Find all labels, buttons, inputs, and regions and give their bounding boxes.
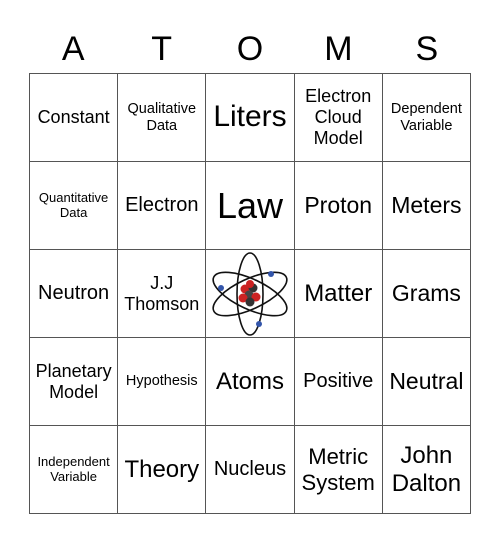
- cell-text: Independent Variable: [37, 453, 110, 484]
- cell-text: Dependent Variable: [390, 100, 462, 134]
- cell-text: Meters: [391, 192, 462, 219]
- cell-text: Positive: [303, 370, 374, 392]
- cell-text: John Dalton: [391, 441, 462, 497]
- bingo-cell[interactable]: Hypothesis: [118, 338, 207, 426]
- header-letter-a: A: [61, 30, 85, 68]
- cell-text: Atoms: [215, 367, 284, 395]
- cell-text: Quantitative Data: [38, 189, 109, 220]
- cell-text: Hypothesis: [125, 373, 198, 390]
- bingo-cell[interactable]: Neutron: [30, 250, 119, 338]
- header-letter-s: S: [415, 30, 439, 68]
- bingo-cell[interactable]: Independent Variable: [30, 426, 119, 514]
- free-space-cell[interactable]: [206, 250, 295, 338]
- bingo-cell[interactable]: Liters: [206, 74, 295, 162]
- cell-text: Law: [216, 184, 284, 226]
- bingo-cell[interactable]: Neutral: [382, 338, 471, 426]
- cell-text: Qualitative Data: [127, 100, 197, 134]
- cell-text: Grams: [391, 280, 461, 307]
- bingo-cell[interactable]: Constant: [30, 74, 119, 162]
- bingo-cell[interactable]: Metric System: [294, 426, 383, 514]
- cell-text: Constant: [37, 107, 110, 128]
- cell-text: Nucleus: [213, 458, 287, 480]
- bingo-cell[interactable]: Meters: [382, 162, 471, 250]
- bingo-cell[interactable]: Positive: [294, 338, 383, 426]
- bingo-cell[interactable]: Electron: [118, 162, 207, 250]
- bingo-grid: Constant Qualitative Data Liters Electro…: [29, 73, 471, 514]
- bingo-cell[interactable]: Law: [206, 162, 295, 250]
- header-letter-o: O: [236, 30, 264, 68]
- cell-text: Planetary Model: [35, 360, 112, 402]
- atom-icon: [212, 251, 288, 336]
- bingo-cell[interactable]: Grams: [382, 250, 471, 338]
- bingo-cell[interactable]: Proton: [294, 162, 383, 250]
- bingo-cell[interactable]: Nucleus: [206, 426, 295, 514]
- cell-text: Electron: [125, 194, 199, 216]
- cell-text: Liters: [213, 100, 287, 134]
- cell-text: Neutral: [389, 368, 464, 395]
- cell-text: Matter: [304, 279, 373, 307]
- bingo-cell[interactable]: John Dalton: [382, 426, 471, 514]
- cell-text: Electron Cloud Model: [305, 86, 372, 148]
- bingo-cell[interactable]: Theory: [118, 426, 207, 514]
- cell-text: Theory: [124, 455, 200, 483]
- cell-text: J.J Thomson: [124, 272, 200, 314]
- cell-text: Neutron: [38, 282, 110, 304]
- bingo-cell[interactable]: Qualitative Data: [118, 74, 207, 162]
- header-letter-t: T: [151, 30, 172, 68]
- cell-text: Proton: [304, 192, 373, 219]
- bingo-cell[interactable]: Planetary Model: [30, 338, 119, 426]
- bingo-cell[interactable]: Atoms: [206, 338, 295, 426]
- bingo-header: A T O M S: [29, 26, 471, 72]
- bingo-cell[interactable]: J.J Thomson: [118, 250, 207, 338]
- bingo-cell[interactable]: Matter: [294, 250, 383, 338]
- bingo-cell[interactable]: Dependent Variable: [382, 74, 471, 162]
- header-letter-m: M: [324, 30, 353, 68]
- bingo-cell[interactable]: Quantitative Data: [30, 162, 119, 250]
- bingo-cell[interactable]: Electron Cloud Model: [294, 74, 383, 162]
- cell-text: Metric System: [301, 444, 375, 495]
